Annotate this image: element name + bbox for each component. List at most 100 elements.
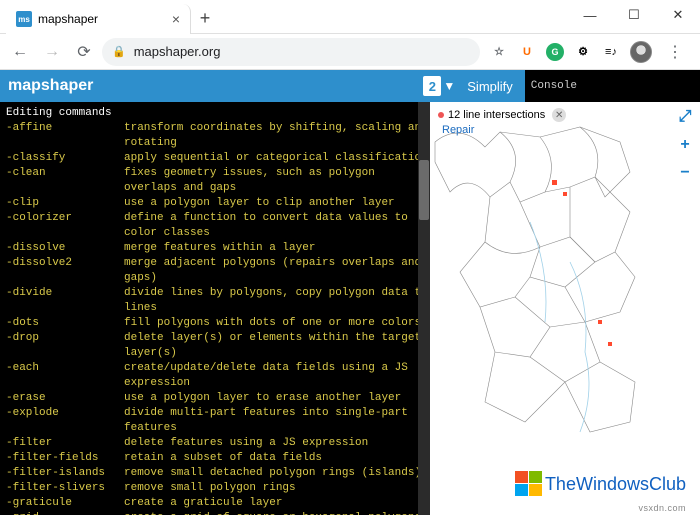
app-header: mapshaper 2 ▼ Simplify Console Export bbox=[0, 70, 700, 102]
console-button[interactable]: Console bbox=[525, 70, 700, 102]
command-desc: delete features using a JS expression bbox=[124, 436, 368, 451]
command-row: -gridcreate a grid of square or hexagona… bbox=[6, 511, 430, 515]
command-name: -dissolve bbox=[6, 241, 124, 256]
command-desc: retain a subset of data fields bbox=[124, 451, 322, 466]
command-name: -clean bbox=[6, 166, 124, 196]
command-row: -eachcreate/update/delete data fields us… bbox=[6, 361, 430, 391]
extension-list-icon[interactable]: ≡♪ bbox=[602, 43, 620, 61]
extension-u-icon[interactable]: U bbox=[518, 43, 536, 61]
close-tab-icon[interactable]: × bbox=[172, 11, 180, 27]
forward-button[interactable]: → bbox=[38, 38, 66, 66]
browser-tab[interactable]: ms mapshaper × bbox=[6, 4, 191, 34]
command-row: -cleanfixes geometry issues, such as pol… bbox=[6, 166, 430, 196]
command-desc: merge adjacent polygons (repairs overlap… bbox=[124, 256, 430, 286]
command-desc: create/update/delete data fields using a… bbox=[124, 361, 430, 391]
back-button[interactable]: ← bbox=[6, 38, 34, 66]
url-text: mapshaper.org bbox=[134, 44, 221, 59]
command-list: -affinetransform coordinates by shifting… bbox=[6, 121, 430, 515]
command-name: -filter-slivers bbox=[6, 481, 124, 496]
command-name: -colorizer bbox=[6, 211, 124, 241]
command-row: -filter-islandsremove small detached pol… bbox=[6, 466, 430, 481]
status-dot-icon bbox=[438, 112, 444, 118]
command-row: -dotsfill polygons with dots of one or m… bbox=[6, 316, 430, 331]
chevron-down-icon: ▼ bbox=[443, 79, 455, 93]
command-name: -filter-islands bbox=[6, 466, 124, 481]
intersections-info: 12 line intersections ✕ bbox=[438, 108, 566, 122]
browser-menu-button[interactable]: ⋮ bbox=[662, 42, 688, 62]
command-desc: define a function to convert data values… bbox=[124, 211, 430, 241]
command-name: -affine bbox=[6, 121, 124, 151]
map-tools: ⤢ + − bbox=[674, 106, 696, 184]
map-canvas[interactable] bbox=[430, 102, 700, 515]
command-desc: use a polygon layer to erase another lay… bbox=[124, 391, 401, 406]
star-icon[interactable]: ☆ bbox=[490, 43, 508, 61]
command-name: -graticule bbox=[6, 496, 124, 511]
extension-grammarly-icon[interactable]: G bbox=[546, 43, 564, 61]
layer-indicator[interactable]: 2 ▼ bbox=[423, 76, 455, 96]
command-desc: use a polygon layer to clip another laye… bbox=[124, 196, 395, 211]
reload-button[interactable]: ⟳ bbox=[70, 38, 98, 66]
command-row: -filter-fieldsretain a subset of data fi… bbox=[6, 451, 430, 466]
watermark-text: TheWindowsClub bbox=[545, 474, 686, 495]
command-row: -graticulecreate a graticule layer bbox=[6, 496, 430, 511]
command-name: -explode bbox=[6, 406, 124, 436]
layer-count: 2 bbox=[423, 76, 441, 96]
command-row: -filterdelete features using a JS expres… bbox=[6, 436, 430, 451]
command-row: -affinetransform coordinates by shifting… bbox=[6, 121, 430, 151]
command-desc: remove small detached polygon rings (isl… bbox=[124, 466, 421, 481]
window-controls: — ☐ ✕ bbox=[568, 0, 700, 30]
zoom-in-button[interactable]: + bbox=[674, 134, 696, 156]
command-row: -filter-sliversremove small polygon ring… bbox=[6, 481, 430, 496]
maximize-button[interactable]: ☐ bbox=[612, 0, 656, 30]
scrollbar-thumb[interactable] bbox=[419, 160, 429, 220]
command-row: -dividedivide lines by polygons, copy po… bbox=[6, 286, 430, 316]
command-row: -explodedivide multi-part features into … bbox=[6, 406, 430, 436]
windows-logo-icon bbox=[515, 471, 543, 497]
command-name: -filter bbox=[6, 436, 124, 451]
command-name: -divide bbox=[6, 286, 124, 316]
command-name: -clip bbox=[6, 196, 124, 211]
command-name: -erase bbox=[6, 391, 124, 406]
close-window-button[interactable]: ✕ bbox=[656, 0, 700, 30]
simplify-button[interactable]: Simplify bbox=[455, 70, 525, 102]
zoom-out-button[interactable]: − bbox=[674, 162, 696, 184]
command-row: -dropdelete layer(s) or elements within … bbox=[6, 331, 430, 361]
command-desc: transform coordinates by shifting, scali… bbox=[124, 121, 430, 151]
minimize-button[interactable]: — bbox=[568, 0, 612, 30]
favicon: ms bbox=[16, 11, 32, 27]
command-name: -filter-fields bbox=[6, 451, 124, 466]
tab-title: mapshaper bbox=[38, 12, 98, 26]
profile-avatar[interactable] bbox=[630, 41, 652, 63]
lock-icon: 🔒 bbox=[112, 45, 126, 58]
repair-link[interactable]: Repair bbox=[442, 124, 474, 136]
command-desc: divide multi-part features into single-p… bbox=[124, 406, 430, 436]
close-info-icon[interactable]: ✕ bbox=[552, 108, 566, 122]
command-name: -each bbox=[6, 361, 124, 391]
command-name: -dots bbox=[6, 316, 124, 331]
browser-toolbar: ← → ⟳ 🔒 mapshaper.org ☆ U G ⚙ ≡♪ ⋮ bbox=[0, 34, 700, 70]
command-name: -dissolve2 bbox=[6, 256, 124, 286]
app-title: mapshaper bbox=[8, 77, 93, 95]
map-panel[interactable]: 12 line intersections ✕ Repair ⤢ + − The… bbox=[430, 102, 700, 515]
watermark: TheWindowsClub bbox=[515, 471, 686, 497]
command-desc: create a grid of square or hexagonal pol… bbox=[124, 511, 421, 515]
command-name: -classify bbox=[6, 151, 124, 166]
command-row: -colorizerdefine a function to convert d… bbox=[6, 211, 430, 241]
new-tab-button[interactable]: + bbox=[191, 4, 219, 32]
command-row: -dissolve2merge adjacent polygons (repai… bbox=[6, 256, 430, 286]
source-attribution: vsxdn.com bbox=[638, 503, 686, 513]
address-bar[interactable]: 🔒 mapshaper.org bbox=[102, 38, 480, 66]
intersections-text: 12 line intersections bbox=[448, 109, 545, 121]
extension-icons: ☆ U G ⚙ ≡♪ ⋮ bbox=[484, 41, 694, 63]
workspace: Editing commands -affinetransform coordi… bbox=[0, 102, 700, 515]
command-name: -drop bbox=[6, 331, 124, 361]
home-extent-button[interactable]: ⤢ bbox=[674, 106, 696, 128]
command-desc: create a graticule layer bbox=[124, 496, 282, 511]
command-desc: fill polygons with dots of one or more c… bbox=[124, 316, 421, 331]
command-desc: apply sequential or categorical classifi… bbox=[124, 151, 428, 166]
extension-gear-icon[interactable]: ⚙ bbox=[574, 43, 592, 61]
command-desc: remove small polygon rings bbox=[124, 481, 296, 496]
console-panel[interactable]: Editing commands -affinetransform coordi… bbox=[0, 102, 430, 515]
command-row: -classifyapply sequential or categorical… bbox=[6, 151, 430, 166]
console-scrollbar[interactable] bbox=[418, 102, 430, 515]
